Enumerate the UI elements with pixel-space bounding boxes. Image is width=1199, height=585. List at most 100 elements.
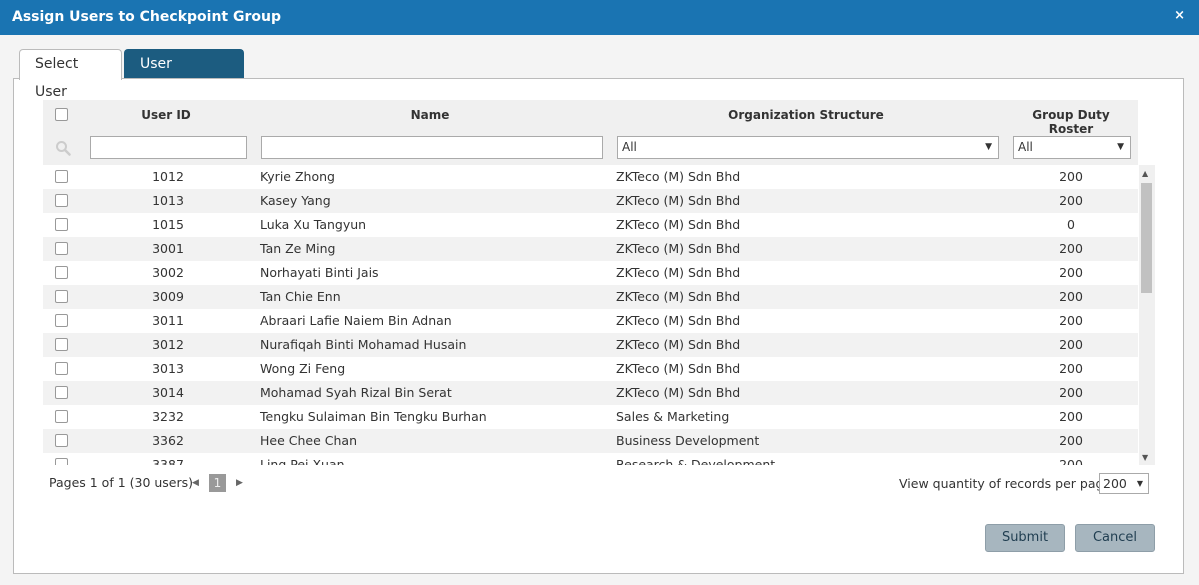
records-per-page-select[interactable]: 200 ▼ — [1099, 473, 1149, 494]
cell-user-id: 3001 — [152, 241, 184, 256]
table-row[interactable]: 3013 Wong Zi Feng ZKTeco (M) Sdn Bhd 200 — [43, 357, 1138, 381]
next-page-icon[interactable]: ▶ — [236, 478, 243, 488]
grid-scrollbar[interactable]: ▲ ▼ — [1139, 165, 1155, 465]
cell-user-id: 1015 — [152, 217, 184, 232]
cell-name: Hee Chee Chan — [260, 433, 357, 448]
table-row[interactable]: 3012 Nurafiqah Binti Mohamad Husain ZKTeco… — [43, 333, 1138, 357]
chevron-down-icon: ▼ — [1117, 142, 1124, 152]
table-row[interactable]: 1015 Luka Xu Tangyun ZKTeco (M) Sdn Bhd 0 — [43, 213, 1138, 237]
cell-roster: 200 — [1059, 337, 1083, 352]
cell-org: ZKTeco (M) Sdn Bhd — [616, 217, 741, 232]
page-number-current[interactable]: 1 — [209, 474, 226, 492]
cell-roster: 0 — [1067, 217, 1075, 232]
cell-user-id: 3362 — [152, 433, 184, 448]
scrollbar-thumb[interactable] — [1141, 183, 1152, 293]
cell-name: Wong Zi Feng — [260, 361, 346, 376]
table-row[interactable]: 1013 Kasey Yang ZKTeco (M) Sdn Bhd 200 — [43, 189, 1138, 213]
grid-header: User ID Name Organization Structure Grou… — [43, 100, 1138, 165]
cell-name: Ling Pei Xuan — [260, 457, 345, 465]
scroll-up-icon[interactable]: ▲ — [1142, 169, 1148, 178]
cell-roster: 200 — [1059, 457, 1083, 465]
cell-name: Nurafiqah Binti Mohamad Husain — [260, 337, 467, 352]
scroll-down-icon[interactable]: ▼ — [1142, 453, 1148, 462]
cell-user-id: 3012 — [152, 337, 184, 352]
name-filter-input[interactable] — [261, 136, 603, 159]
column-header-name[interactable]: Name — [260, 108, 600, 122]
table-row[interactable]: 3011 Abraari Lafie Naiem Bin Adnan ZKTeco … — [43, 309, 1138, 333]
column-header-org[interactable]: Organization Structure — [616, 108, 996, 122]
cell-roster: 200 — [1059, 289, 1083, 304]
cell-roster: 200 — [1059, 193, 1083, 208]
tab-user-assigned[interactable]: User Assigned — [124, 49, 244, 100]
row-checkbox[interactable] — [55, 458, 68, 465]
grid-body: 1012 Kyrie Zhong ZKTeco (M) Sdn Bhd 200 1013… — [43, 165, 1138, 465]
row-checkbox[interactable] — [55, 242, 68, 255]
row-checkbox[interactable] — [55, 338, 68, 351]
roster-filter-value: All — [1018, 140, 1033, 154]
cell-user-id: 3002 — [152, 265, 184, 280]
row-checkbox[interactable] — [55, 362, 68, 375]
records-per-page-label: View quantity of records per page — [899, 476, 1112, 491]
row-checkbox[interactable] — [55, 434, 68, 447]
table-row[interactable]: 3014 Mohamad Syah Rizal Bin Serat ZKTeco (… — [43, 381, 1138, 405]
cell-name: Tan Chie Enn — [260, 289, 341, 304]
cell-roster: 200 — [1059, 265, 1083, 280]
table-row[interactable]: 3001 Tan Ze Ming ZKTeco (M) Sdn Bhd 200 — [43, 237, 1138, 261]
prev-page-icon[interactable]: ◀ — [192, 478, 199, 488]
row-checkbox[interactable] — [55, 170, 68, 183]
cell-user-id: 3387 — [152, 457, 184, 465]
submit-button[interactable]: Submit — [985, 524, 1065, 552]
cell-roster: 200 — [1059, 433, 1083, 448]
cell-org: ZKTeco (M) Sdn Bhd — [616, 313, 741, 328]
table-row[interactable]: 3362 Hee Chee Chan Business Development 200 — [43, 429, 1138, 453]
cell-name: Norhayati Binti Jais — [260, 265, 379, 280]
table-row[interactable]: 3009 Tan Chie Enn ZKTeco (M) Sdn Bhd 200 — [43, 285, 1138, 309]
cell-org: Business Development — [616, 433, 760, 448]
cell-org: ZKTeco (M) Sdn Bhd — [616, 385, 741, 400]
table-row[interactable]: 1012 Kyrie Zhong ZKTeco (M) Sdn Bhd 200 — [43, 165, 1138, 189]
row-checkbox[interactable] — [55, 266, 68, 279]
cell-name: Kyrie Zhong — [260, 169, 335, 184]
select-all-checkbox[interactable] — [55, 108, 68, 121]
row-checkbox[interactable] — [55, 218, 68, 231]
cell-name: Abraari Lafie Naiem Bin Adnan — [260, 313, 452, 328]
cell-user-id: 3009 — [152, 289, 184, 304]
cell-user-id: 3014 — [152, 385, 184, 400]
cell-roster: 200 — [1059, 169, 1083, 184]
cell-roster: 200 — [1059, 241, 1083, 256]
cell-org: ZKTeco (M) Sdn Bhd — [616, 337, 741, 352]
user-id-filter-input[interactable] — [90, 136, 247, 159]
cell-org: ZKTeco (M) Sdn Bhd — [616, 169, 741, 184]
cell-roster: 200 — [1059, 361, 1083, 376]
cell-user-id: 3011 — [152, 313, 184, 328]
chevron-down-icon: ▼ — [985, 142, 992, 152]
cell-user-id: 1012 — [152, 169, 184, 184]
cell-roster: 200 — [1059, 313, 1083, 328]
column-header-roster[interactable]: Group Duty Roster — [1013, 108, 1129, 136]
cell-roster: 200 — [1059, 409, 1083, 424]
cell-org: ZKTeco (M) Sdn Bhd — [616, 361, 741, 376]
row-checkbox[interactable] — [55, 194, 68, 207]
row-checkbox[interactable] — [55, 314, 68, 327]
pagination-summary: Pages 1 of 1 (30 users) — [49, 475, 194, 490]
tab-select-user[interactable]: Select User — [19, 49, 122, 100]
chevron-down-icon: ▼ — [1136, 479, 1143, 488]
cell-name: Kasey Yang — [260, 193, 331, 208]
row-checkbox[interactable] — [55, 386, 68, 399]
records-per-page-value: 200 — [1103, 476, 1127, 491]
row-checkbox[interactable] — [55, 290, 68, 303]
cancel-button[interactable]: Cancel — [1075, 524, 1155, 552]
close-icon[interactable]: × — [1174, 8, 1185, 23]
org-filter-select[interactable]: All ▼ — [617, 136, 999, 159]
dialog-titlebar: Assign Users to Checkpoint Group × — [0, 0, 1199, 35]
cell-name: Tan Ze Ming — [260, 241, 336, 256]
cell-roster: 200 — [1059, 385, 1083, 400]
table-row[interactable]: 3387 Ling Pei Xuan Research & Development 2… — [43, 453, 1138, 465]
column-header-user-id[interactable]: User ID — [103, 108, 229, 122]
row-checkbox[interactable] — [55, 410, 68, 423]
cell-org: ZKTeco (M) Sdn Bhd — [616, 265, 741, 280]
table-row[interactable]: 3002 Norhayati Binti Jais ZKTeco (M) Sdn B… — [43, 261, 1138, 285]
table-row[interactable]: 3232 Tengku Sulaiman Bin Tengku Burhan Sal… — [43, 405, 1138, 429]
roster-filter-select[interactable]: All ▼ — [1013, 136, 1131, 159]
search-icon — [56, 141, 71, 156]
